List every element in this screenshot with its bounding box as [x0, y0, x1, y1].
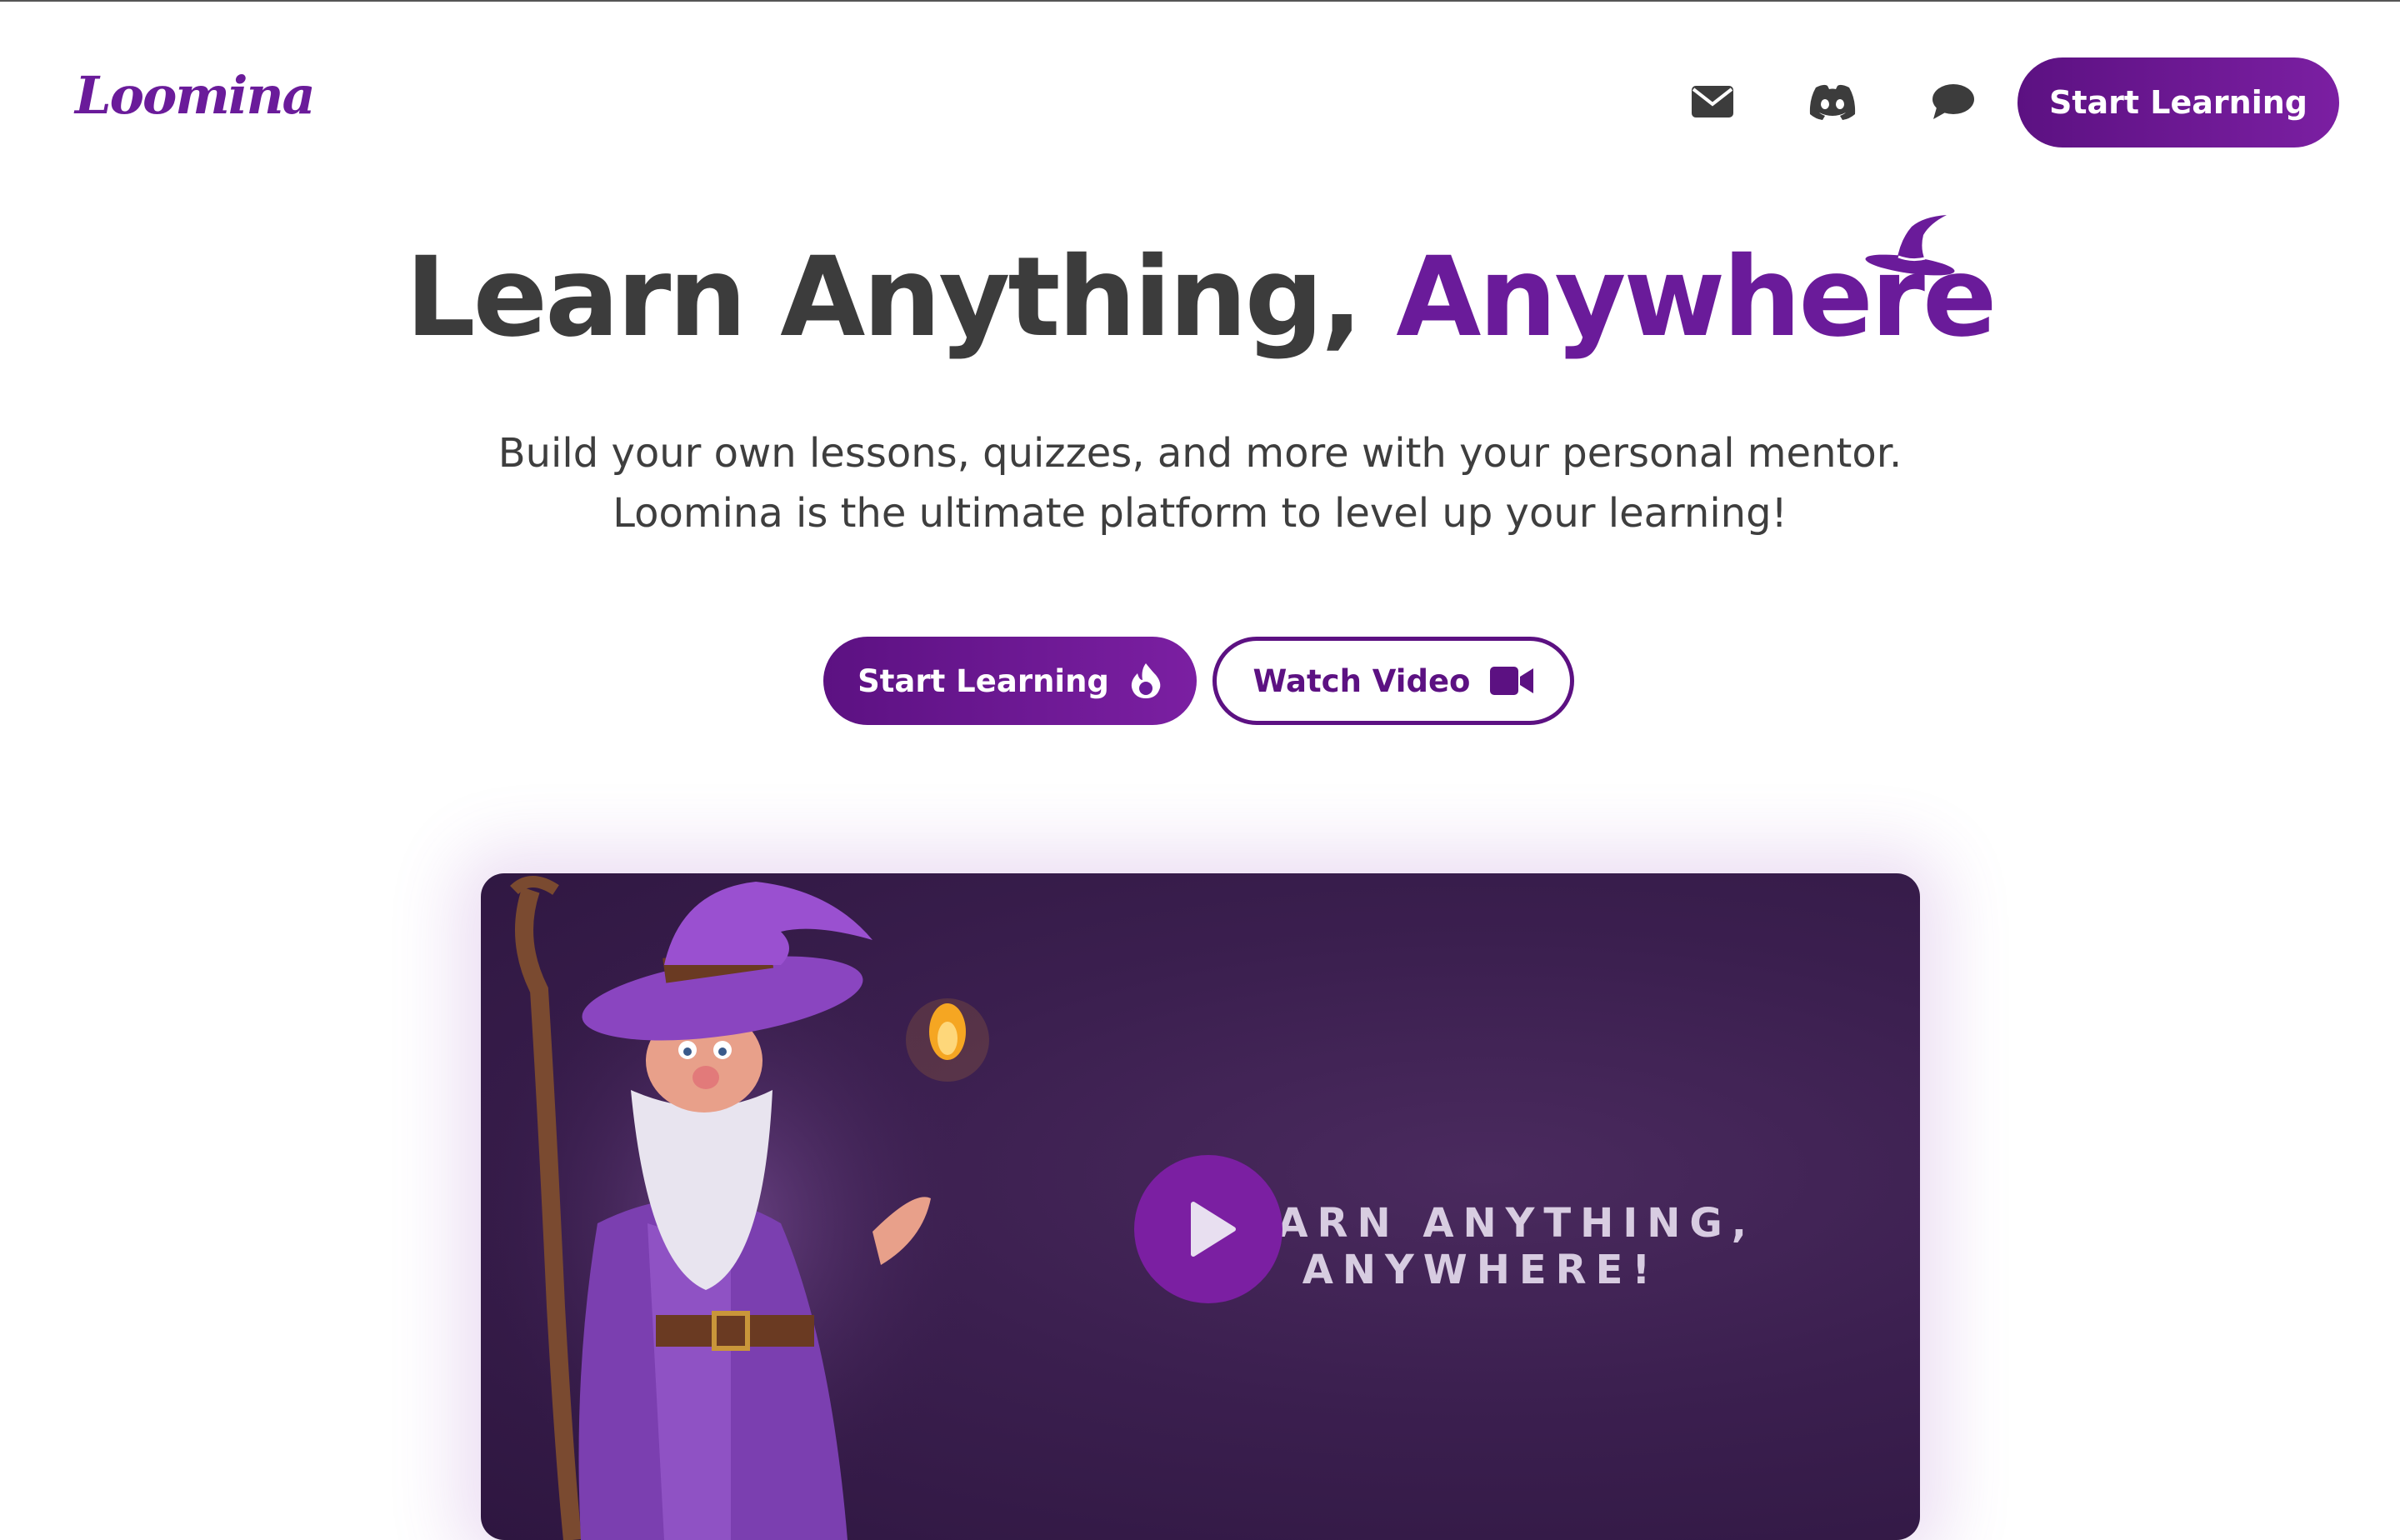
subtitle-line-2: Loomina is the ultimate platform to leve…: [612, 490, 1788, 537]
start-learning-label: Start Learning: [858, 662, 1109, 699]
hero-title-main: Learn Anything,: [405, 233, 1397, 362]
envelope-icon[interactable]: [1686, 77, 1739, 127]
play-button[interactable]: [1134, 1155, 1282, 1303]
top-border: [0, 0, 2400, 2]
hero-subtitle: Build your own lessons, quizzes, and mor…: [0, 423, 2400, 543]
watch-video-label: Watch Video: [1252, 662, 1471, 699]
wizard-illustration: [481, 876, 989, 1540]
start-learning-button[interactable]: Start Learning: [823, 637, 1197, 725]
chat-bubble-icon[interactable]: [1926, 77, 1979, 127]
header-start-learning-button[interactable]: Start Learning: [2018, 58, 2339, 148]
logo[interactable]: Loomina: [75, 65, 316, 126]
wizard-hat-icon: [1863, 215, 1957, 280]
discord-icon[interactable]: [1806, 77, 1859, 127]
play-icon: [1191, 1202, 1236, 1257]
flame-icon: [1131, 663, 1161, 698]
watch-video-button[interactable]: Watch Video: [1212, 637, 1574, 725]
video-camera-icon: [1490, 667, 1534, 695]
hero-title: Learn Anything, Anywhere: [0, 227, 2400, 368]
video-player[interactable]: LEARN ANYTHING, ANYWHERE!: [481, 873, 1920, 1540]
subtitle-line-1: Build your own lessons, quizzes, and mor…: [498, 430, 1902, 477]
